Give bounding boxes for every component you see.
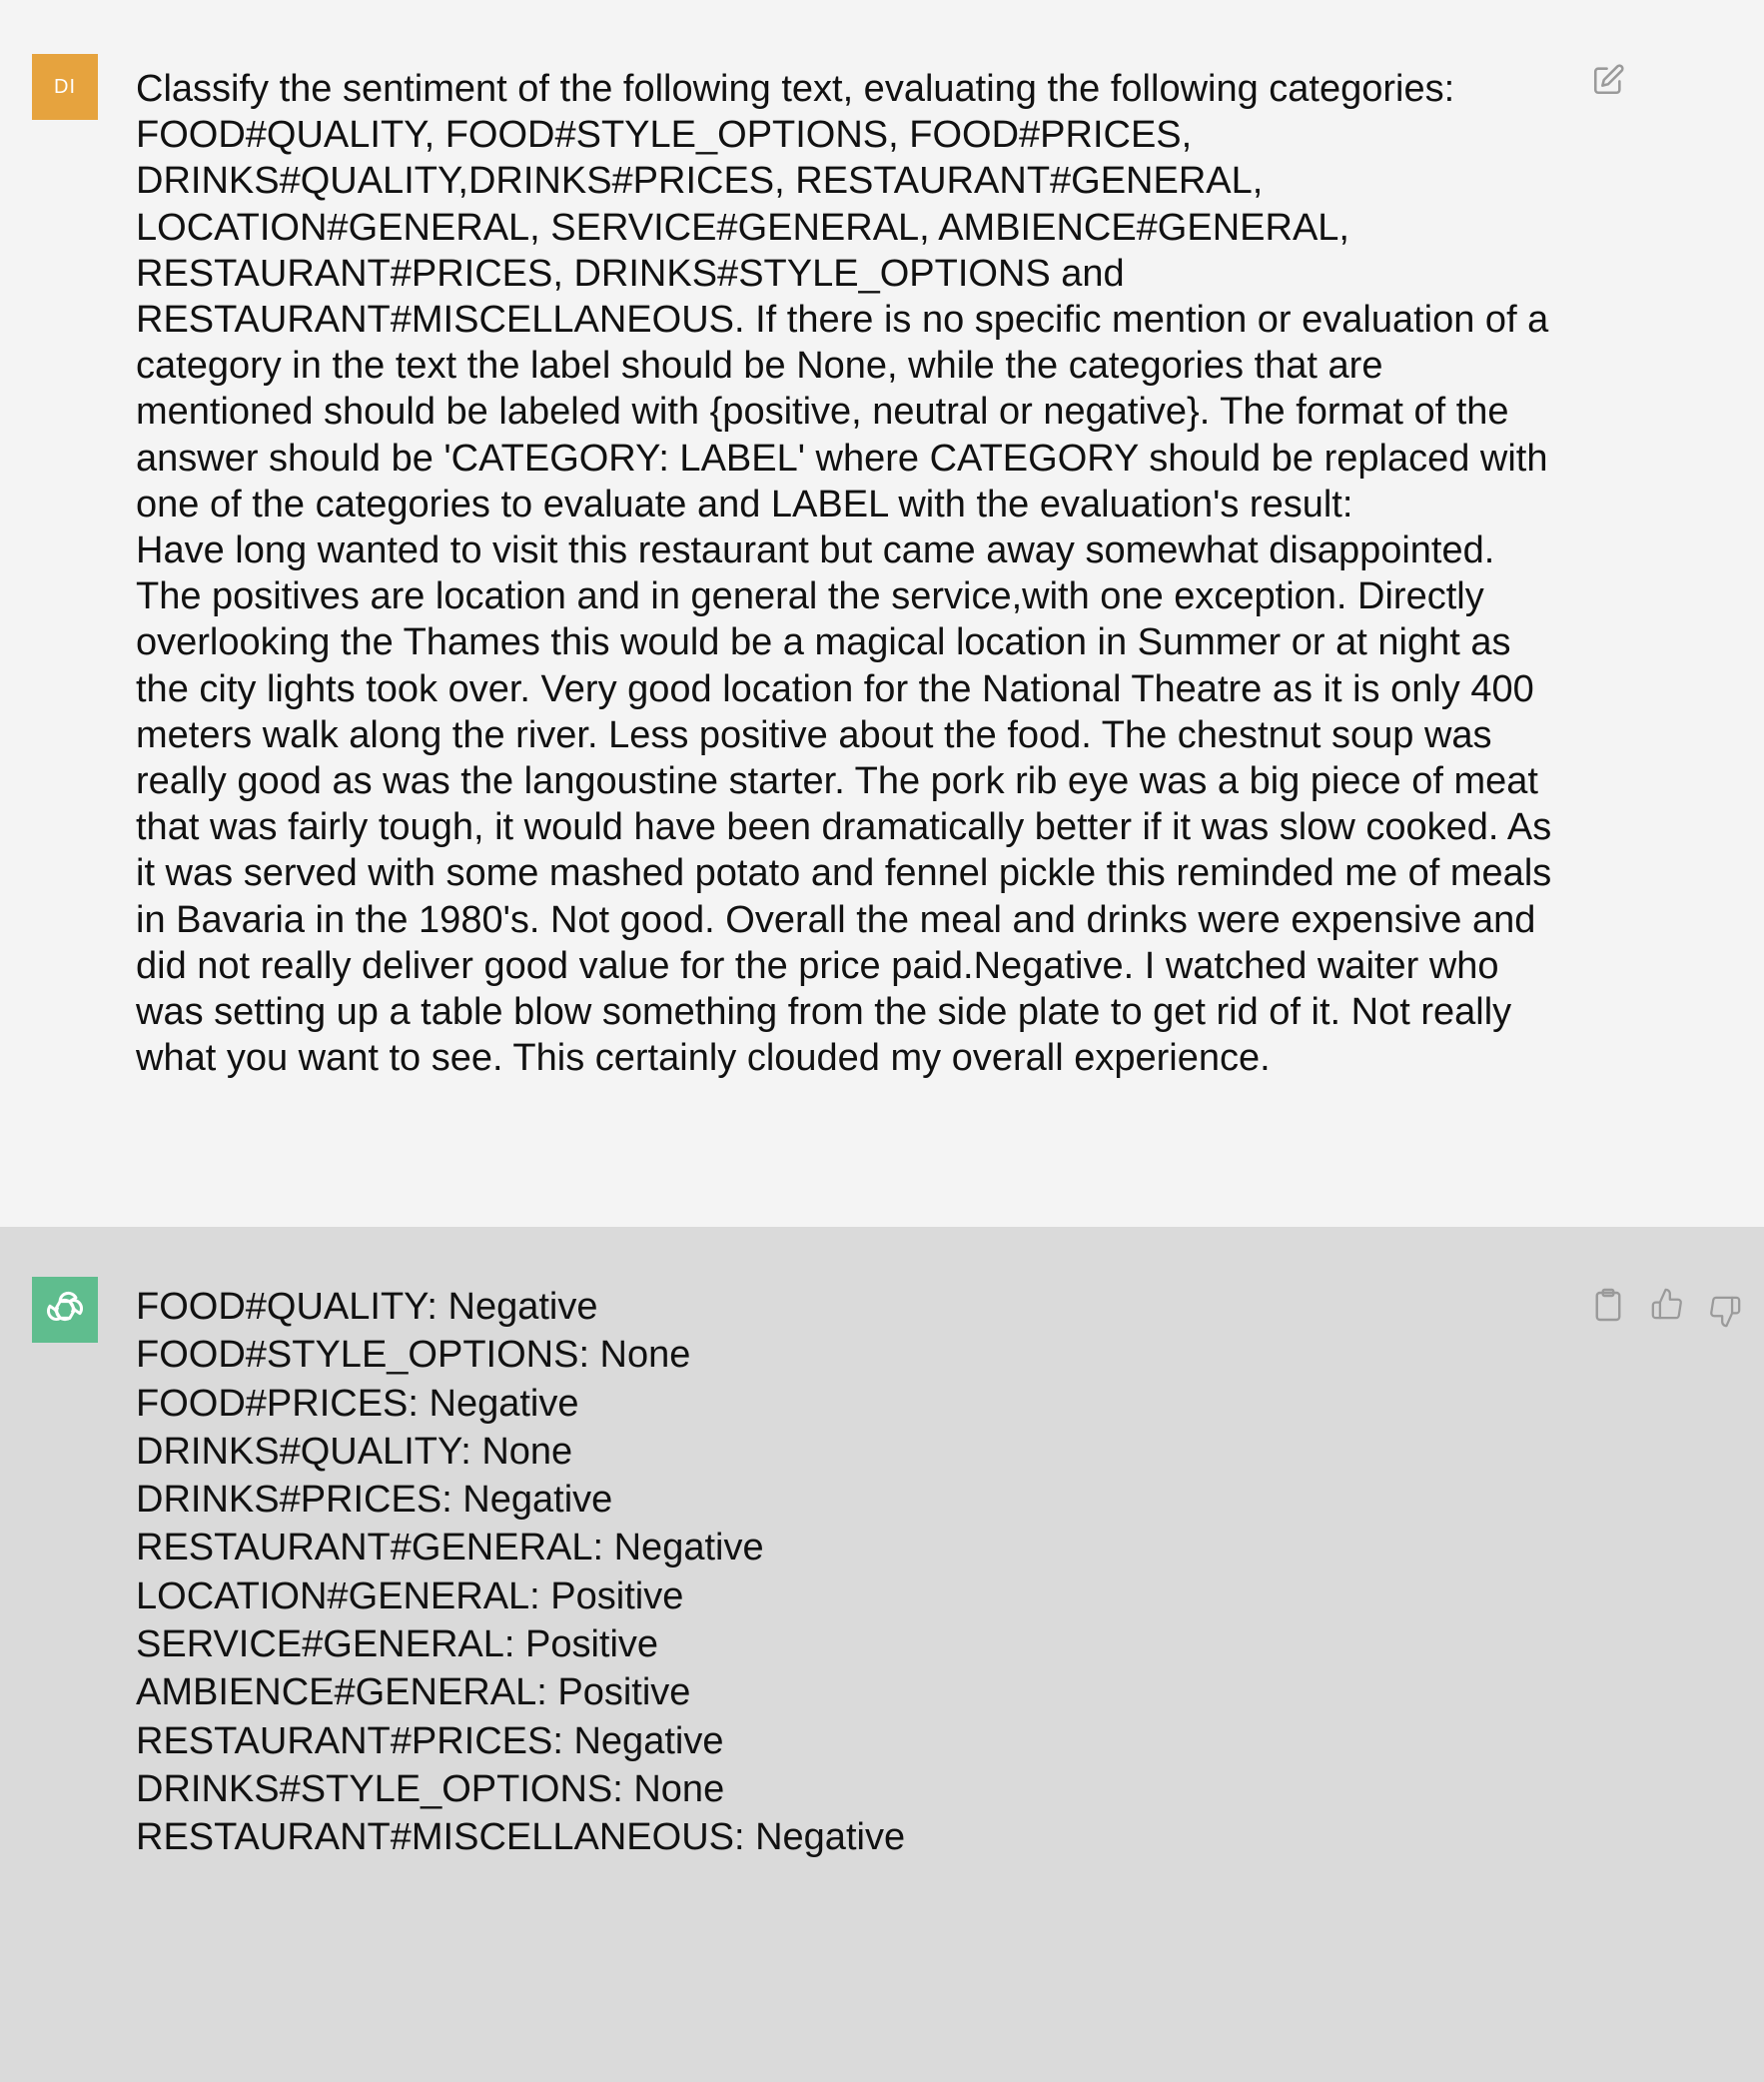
assistant-message: FOOD#QUALITY: Negative FOOD#STYLE_OPTION… bbox=[0, 1227, 1764, 2082]
thumbs-up-icon bbox=[1651, 1288, 1682, 1320]
list-item: AMBIENCE#GENERAL: Positive bbox=[136, 1671, 691, 1714]
list-item: DRINKS#PRICES: Negative bbox=[136, 1479, 613, 1522]
list-item: FOOD#PRICES: Negative bbox=[136, 1382, 579, 1425]
list-item: DRINKS#QUALITY: None bbox=[136, 1430, 573, 1473]
list-item: FOOD#STYLE_OPTIONS: None bbox=[136, 1334, 691, 1377]
edit-icon bbox=[1593, 64, 1624, 95]
openai-logo-icon bbox=[46, 1291, 84, 1322]
copy-button[interactable] bbox=[1588, 1283, 1628, 1327]
edit-button[interactable] bbox=[1588, 60, 1628, 100]
user-avatar: DI bbox=[32, 54, 98, 120]
user-message-text: Classify the sentiment of the following … bbox=[136, 68, 1552, 1080]
list-item: SERVICE#GENERAL: Positive bbox=[136, 1623, 659, 1666]
copy-icon bbox=[1595, 1288, 1621, 1322]
assistant-avatar bbox=[32, 1277, 98, 1343]
list-item: RESTAURANT#MISCELLANEOUS: Negative bbox=[136, 1816, 906, 1859]
user-avatar-initials: DI bbox=[54, 75, 76, 98]
user-message: DI Classify the sentiment of the followi… bbox=[0, 0, 1764, 1227]
list-item: FOOD#QUALITY: Negative bbox=[136, 1286, 598, 1328]
list-item: LOCATION#GENERAL: Positive bbox=[136, 1574, 684, 1617]
list-item: RESTAURANT#GENERAL: Negative bbox=[136, 1527, 764, 1569]
list-item: DRINKS#STYLE_OPTIONS: None bbox=[136, 1767, 725, 1810]
list-item: RESTAURANT#PRICES: Negative bbox=[136, 1719, 724, 1762]
thumbs-down-button[interactable] bbox=[1704, 1291, 1746, 1333]
assistant-response-list: FOOD#QUALITY: Negative FOOD#STYLE_OPTION… bbox=[136, 1283, 905, 1862]
thumbs-up-button[interactable] bbox=[1646, 1283, 1688, 1325]
thumbs-down-icon bbox=[1710, 1296, 1741, 1328]
